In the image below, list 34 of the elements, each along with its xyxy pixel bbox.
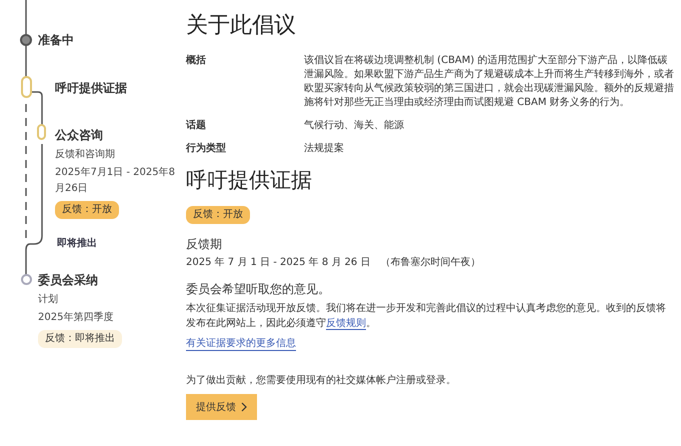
section-title: 呼吁提供证据: [186, 167, 313, 194]
detail-value: 该倡议旨在将碳边境调整机制 (CBAM) 的适用范围扩大至部分下游产品，以降低碳泄漏风险。如果欧盟下游产品生产商为了规避碳成本上升而将生产转移到海外，或者欧盟买家转向从气候政策较弱的第三国进口，就会出现碳泄漏风险。额外的反规避措施将针对那些无正当理由或经济理由而试图规避 CBAM 财务义务的行为。: [304, 54, 675, 110]
detail-value: 气候行动、海关、能源: [304, 119, 405, 133]
stage-title: 呼吁提供证据: [55, 81, 128, 95]
upcoming-step-icon: [21, 274, 32, 285]
login-note: 为了做出贡献，您需要使用现有的社交媒体帐户注册或登录。: [186, 374, 457, 387]
current-step-icon: [21, 76, 32, 98]
section-title: 关于此倡议: [186, 12, 297, 40]
more-info-link[interactable]: 有关证据要求的更多信息: [186, 336, 296, 351]
stage-title: 准备中: [38, 33, 75, 47]
detail-label: 行为类型: [186, 142, 227, 156]
detail-label: 概括: [186, 54, 207, 68]
status-badge: 反馈：开放: [55, 201, 119, 219]
current-substep-icon: [37, 124, 46, 140]
feedback-heading: 委员会希望听取您的意见。: [186, 281, 331, 298]
detail-value: 法规提案: [304, 142, 345, 156]
stage-subtitle: 反馈和咨询期: [55, 148, 116, 162]
stage-dates: 2025年7月1日 - 2025年8月26日: [55, 166, 176, 196]
stage-title: 即将推出: [57, 237, 98, 251]
period-note: （布鲁塞尔时间午夜）: [380, 257, 480, 268]
feedback-rules-link[interactable]: 反馈规则: [326, 318, 366, 330]
stage-subtitle: 计划: [38, 292, 59, 307]
detail-label: 话题: [186, 119, 207, 133]
feedback-paragraph: 本次征集证据活动现开放反馈。我们将在进一步开发和完善此倡议的过程中认真考虑您的意见。收到的反馈将发布在此网站上，因此必须遵守反馈规则。: [186, 302, 666, 331]
status-badge: 反馈：开放: [186, 206, 250, 224]
completed-step-icon: [20, 34, 32, 46]
stage-title: 委员会采纳: [38, 273, 99, 287]
period-label: 反馈期: [186, 236, 223, 253]
stage-title: 公众咨询: [55, 128, 104, 142]
chevron-icon: [241, 402, 247, 412]
period-dates: 2025 年 7 月 1 日 - 2025 年 8 月 26 日: [186, 257, 370, 268]
give-feedback-button[interactable]: 提供反馈: [186, 394, 257, 420]
status-badge: 反馈：即将推出: [38, 330, 122, 348]
stage-dates: 2025年第四季度: [38, 310, 114, 325]
